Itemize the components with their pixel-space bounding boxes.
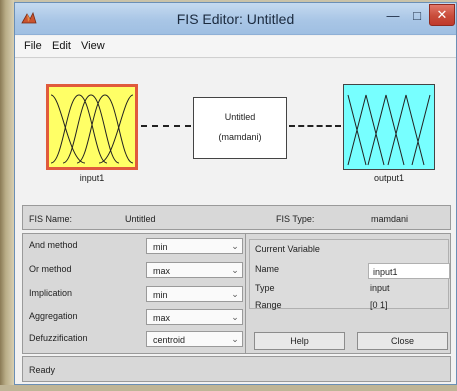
fis-type-value: mamdani: [371, 214, 409, 224]
menu-edit[interactable]: Edit: [52, 40, 71, 52]
current-variable-group: Current Variable Name input1 Type input …: [249, 239, 450, 310]
type-label: Type: [255, 283, 275, 293]
chevron-down-icon: ⌄: [231, 311, 239, 322]
input-membership-plot: [50, 94, 134, 164]
output-connector: [289, 125, 341, 127]
methods-panel: And method min ⌄ Or method max ⌄ Implica…: [22, 233, 246, 354]
desktop-background-bottom: [0, 385, 457, 391]
fis-editor-window: FIS Editor: Untitled — □ ✕ File Edit Vie…: [14, 2, 457, 385]
variable-name-field[interactable]: input1: [368, 263, 450, 279]
or-method-label: Or method: [29, 264, 72, 274]
range-label: Range: [255, 300, 282, 310]
close-icon: ✕: [436, 7, 448, 22]
chevron-down-icon: ⌄: [231, 333, 239, 344]
system-name-text: Untitled: [224, 112, 256, 122]
implication-select[interactable]: min ⌄: [146, 286, 243, 302]
and-method-label: And method: [29, 240, 78, 250]
minimize-button[interactable]: —: [382, 5, 404, 25]
output-variable-block[interactable]: [343, 84, 435, 170]
or-method-select[interactable]: max ⌄: [146, 262, 243, 278]
fis-type-label: FIS Type:: [276, 214, 315, 224]
name-label: Name: [255, 264, 280, 274]
status-text: Ready: [29, 365, 56, 375]
chevron-down-icon: ⌄: [231, 240, 239, 251]
current-variable-panel: Current Variable Name input1 Type input …: [245, 233, 451, 354]
maximize-icon: □: [413, 7, 421, 23]
menu-view[interactable]: View: [81, 40, 105, 52]
current-variable-title: Current Variable: [255, 244, 320, 254]
status-bar: Ready: [22, 356, 451, 382]
input-variable-label: input1: [79, 173, 105, 183]
chevron-down-icon: ⌄: [231, 264, 239, 275]
fis-name-label: FIS Name:: [29, 214, 73, 224]
input-connector: [141, 125, 191, 127]
and-method-value: min: [153, 242, 168, 252]
system-type-text: (mamdani): [218, 132, 262, 142]
client-area: input1 Untitled (mamdani) output1 FIS Na…: [15, 59, 456, 384]
menu-file[interactable]: File: [24, 40, 42, 52]
defuzzification-select[interactable]: centroid ⌄: [146, 331, 243, 347]
range-value: [0 1]: [370, 300, 388, 310]
close-window-button[interactable]: ✕: [429, 4, 455, 26]
aggregation-label: Aggregation: [29, 311, 78, 321]
output-membership-plot: [347, 94, 431, 166]
help-button[interactable]: Help: [254, 332, 345, 350]
type-value: input: [370, 283, 390, 293]
desktop-background: [0, 0, 14, 391]
minimize-icon: —: [386, 7, 400, 23]
or-method-value: max: [153, 266, 171, 276]
fis-info-strip: FIS Name: Untitled FIS Type: mamdani: [22, 205, 451, 230]
aggregation-select[interactable]: max ⌄: [146, 309, 243, 325]
aggregation-value: max: [153, 313, 171, 323]
implication-value: min: [153, 290, 168, 300]
defuzzification-value: centroid: [153, 335, 186, 345]
variable-name-value: input1: [373, 267, 398, 277]
title-bar: FIS Editor: Untitled — □ ✕: [15, 3, 456, 35]
menu-bar: File Edit View: [15, 36, 456, 58]
output-variable-label: output1: [373, 173, 405, 183]
and-method-select[interactable]: min ⌄: [146, 238, 243, 254]
fis-name-value: Untitled: [125, 214, 156, 224]
chevron-down-icon: ⌄: [231, 288, 239, 299]
fis-system-block[interactable]: Untitled (mamdani): [193, 97, 287, 159]
input-variable-block[interactable]: [46, 84, 138, 170]
defuzzification-label: Defuzzification: [29, 333, 88, 343]
implication-label: Implication: [29, 288, 73, 298]
maximize-button[interactable]: □: [406, 5, 428, 25]
close-button[interactable]: Close: [357, 332, 448, 350]
